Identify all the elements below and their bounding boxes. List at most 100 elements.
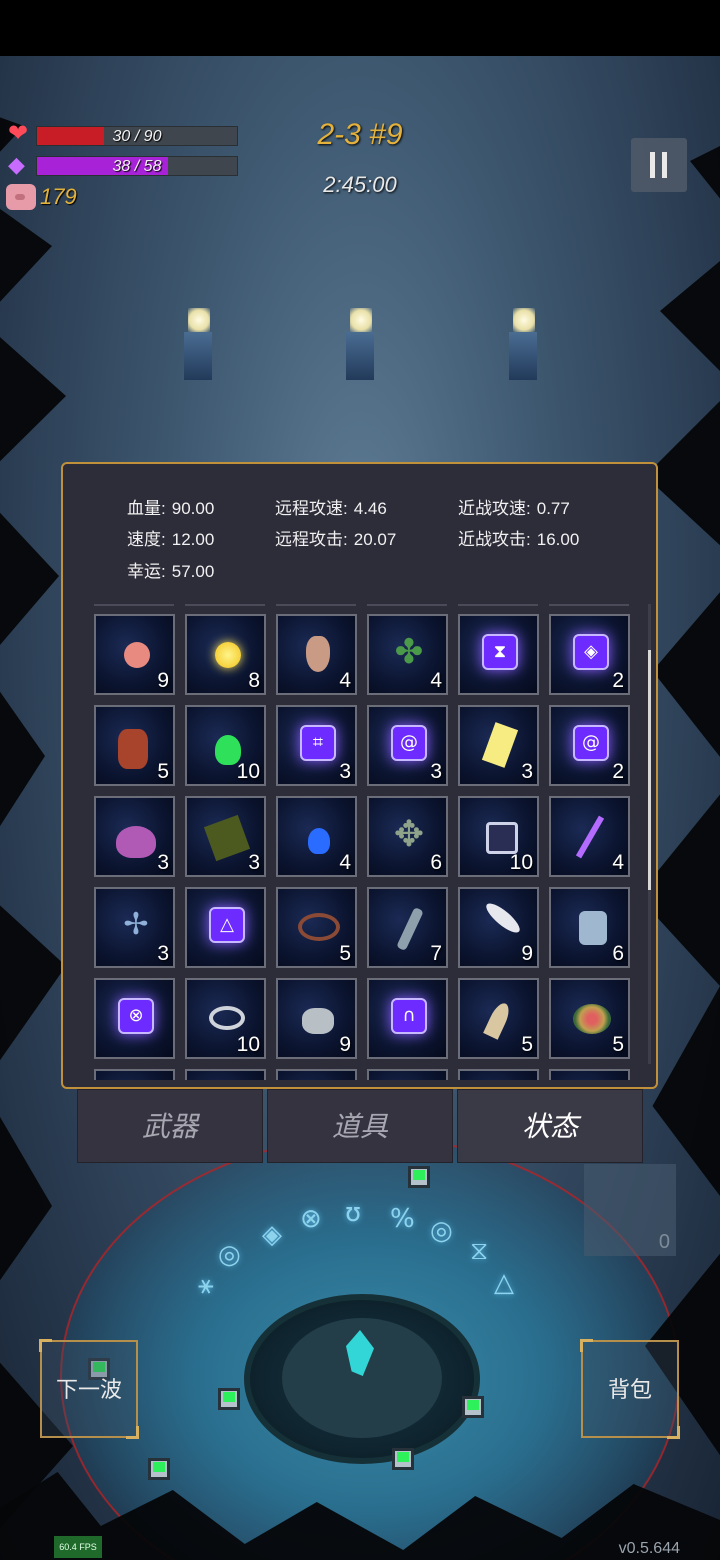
item-slot[interactable] [549,1069,630,1080]
horn-icon [483,1000,513,1040]
backpack-button[interactable]: 背包 [580,1339,680,1439]
pause-button[interactable] [631,138,687,192]
floor-rune-icon: % [390,1204,415,1234]
item-slot[interactable] [458,1069,539,1080]
mana-bar: 38 / 58 [36,156,238,176]
floor-rune-icon: ◎ [430,1216,453,1246]
yellow-card-icon [481,722,519,768]
item-slot[interactable]: ⌗ 3 [276,705,357,786]
dragonfly-icon: ✢ [123,908,149,941]
pig-icon [6,184,36,210]
next-wave-button[interactable]: 下一波 [39,1339,139,1439]
floor-rune-icon: △ [494,1268,514,1298]
item-slot[interactable]: 3 [94,796,175,877]
clover-icon: ✤ [394,633,424,671]
thorn-wreath-icon [298,913,340,941]
item-slot[interactable] [94,1069,175,1080]
item-count: 3 [157,851,169,874]
squid-icon: ✥ [393,813,425,854]
pause-icon [650,152,655,178]
item-slot[interactable]: 5 [94,705,175,786]
item-slot[interactable]: 5 [458,978,539,1059]
stat-ranged-attack: 远程攻击: 20.07 [275,530,397,549]
item-count: 2 [612,760,624,783]
tab-weapons[interactable]: 武器 [77,1089,263,1163]
stat-luck: 幸运: 57.00 [127,562,215,581]
floor-rune-icon: ◈ [262,1220,282,1250]
item-slot[interactable]: ∩ [367,978,448,1059]
item-slot[interactable]: ◈ 2 [549,614,630,695]
glowing-pillar [340,308,380,386]
curve-rune-icon: ∩ [391,998,427,1034]
blue-potion-icon [308,828,330,854]
tab-status[interactable]: 状态 [457,1089,643,1163]
item-slot[interactable] [185,1069,266,1080]
item-slot[interactable]: 10 [458,796,539,877]
hourglass-rune-icon: ⧗ [482,634,518,670]
scrollbar-thumb[interactable] [648,650,651,890]
item-slot[interactable]: 9 [276,978,357,1059]
item-count: 9 [521,942,533,965]
item-slot[interactable]: △ [185,887,266,968]
feather-icon [482,899,524,937]
item-slot[interactable]: ✤ 4 [367,614,448,695]
bottle-icon [396,906,424,952]
item-slot[interactable]: 4 [276,614,357,695]
grid-divider [185,604,265,606]
item-slot[interactable]: @3 [367,705,448,786]
item-count: 3 [248,851,260,874]
grid-divider [276,604,356,606]
item-slot[interactable]: 4 [276,796,357,877]
item-count: 6 [612,942,624,965]
item-slot[interactable]: 6 [549,887,630,968]
pink-slime-icon [116,826,156,858]
item-grid[interactable]: 9 8 4 ✤ 4 ⧗ ◈ 2 5 10 ⌗ 3 @3 3 @2 3 3 4 ✥ 6 10 4 ✢ 3 △ 5 7 9 6 ⊗ 10 9 ∩ 5 5 [91,604,633,1080]
triangle-rune-icon: △ [209,907,245,943]
stat-hp: 血量: 90.00 [127,499,215,518]
purple-wand-icon [575,815,605,859]
grid-divider [549,604,629,606]
rings-icon [209,1006,245,1030]
item-slot[interactable] [276,1069,357,1080]
item-count: 3 [430,760,442,783]
turret [456,1394,490,1424]
stat-melee-attack: 近战攻击: 16.00 [458,530,580,549]
item-slot[interactable]: 7 [367,887,448,968]
item-count: 9 [157,669,169,692]
health-text: 30 / 90 [112,128,162,145]
grid-divider [94,604,174,606]
item-slot[interactable]: @2 [549,705,630,786]
mana-diamond-icon: ◆ [8,152,25,177]
tab-items[interactable]: 道具 [267,1089,453,1163]
item-slot[interactable]: ⧗ [458,614,539,695]
item-slot[interactable]: 10 [185,705,266,786]
item-slot[interactable]: 9 [458,887,539,968]
grid-divider [367,604,447,606]
pouch-icon [306,636,330,672]
heart-icon: ❤ [8,120,29,147]
item-count: 5 [157,760,169,783]
item-slot[interactable]: 5 [276,887,357,968]
item-slot[interactable]: 8 [185,614,266,695]
item-slot[interactable]: ⊗ [94,978,175,1059]
item-slot[interactable]: 3 [458,705,539,786]
stat-melee-speed: 近战攻速: 0.77 [458,499,570,518]
item-slot[interactable]: 9 [94,614,175,695]
item-slot[interactable]: 5 [549,978,630,1059]
item-grid-scrollbar[interactable] [648,604,651,1064]
item-slot[interactable] [367,1069,448,1080]
side-item-slot[interactable]: 0 [584,1164,676,1256]
item-count: 5 [612,1033,624,1056]
item-slot[interactable]: 10 [185,978,266,1059]
cross-circle-rune-icon: ⊗ [118,998,154,1034]
stone-icon [302,1008,334,1034]
item-slot[interactable]: 3 [185,796,266,877]
hammer-icon [579,911,607,945]
item-slot[interactable]: 4 [549,796,630,877]
item-slot[interactable]: ✥ 6 [367,796,448,877]
spiral-rune-icon: @ [391,725,427,761]
item-slot[interactable]: ✢ 3 [94,887,175,968]
item-count: 10 [236,1033,260,1056]
flower-wreath-icon [573,1004,611,1034]
status-panel: 血量: 90.00 远程攻速: 4.46 近战攻速: 0.77 速度: 12.00 远程… [61,462,658,1089]
